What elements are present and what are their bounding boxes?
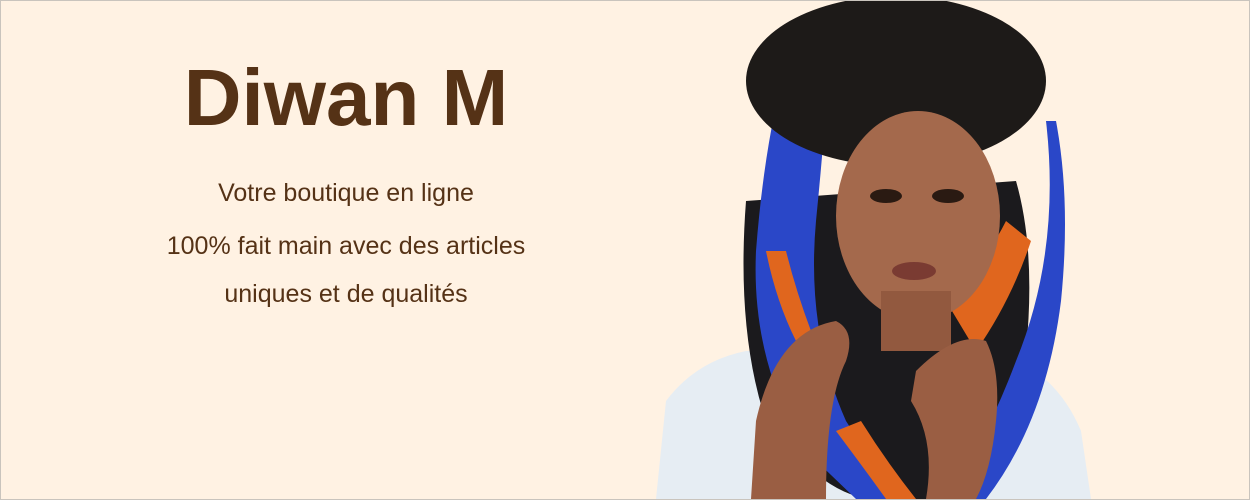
hero-banner: Diwan M Votre boutique en ligne 100% fai…	[0, 0, 1250, 500]
brand-title: Diwan M	[183, 53, 509, 142]
model-photo	[656, 1, 1091, 499]
tagline-line-1: Votre boutique en ligne	[218, 179, 474, 207]
tagline-line-3: uniques et de qualités	[224, 280, 468, 308]
tagline-line-2: 100% fait main avec des articles	[166, 232, 526, 260]
